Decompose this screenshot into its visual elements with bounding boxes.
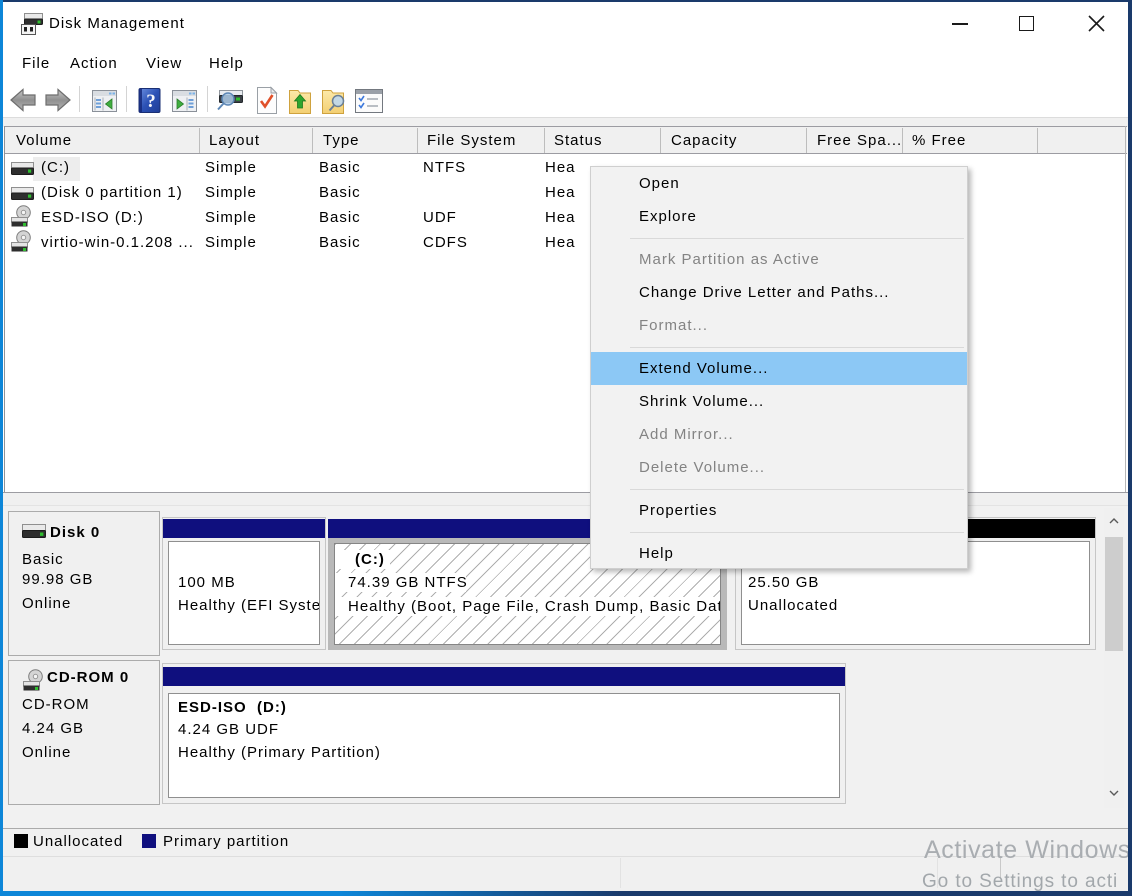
svg-text:?: ?: [146, 91, 156, 112]
